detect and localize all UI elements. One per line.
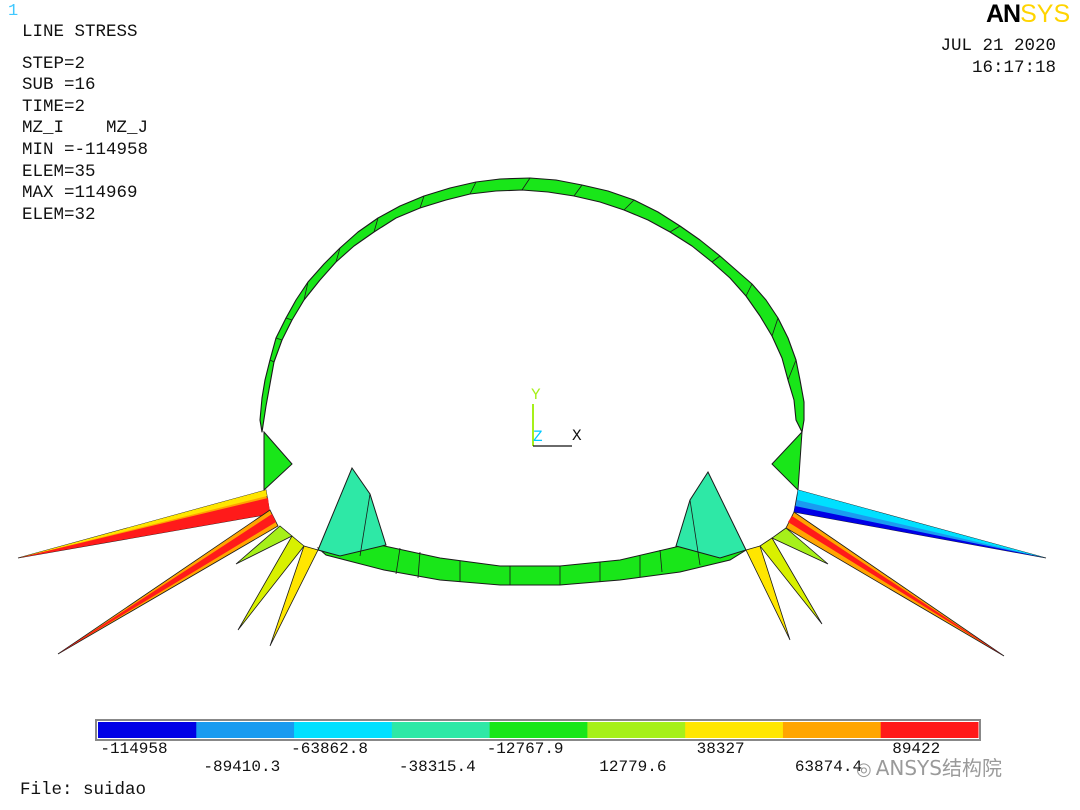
legend-swatch <box>293 722 392 738</box>
wechat-icon: ◎ <box>856 759 872 780</box>
legend-label-top: 38327 <box>696 740 745 758</box>
z-axis-label: Z <box>533 428 543 446</box>
watermark-text: ANSYS结构院 <box>875 756 1002 780</box>
legend-swatch <box>880 722 979 738</box>
legend-label-bottom: -89410.3 <box>203 758 281 776</box>
stress-diagram: Y Z X <box>17 177 1047 741</box>
invert-moment-diagram <box>316 544 748 586</box>
legend-swatch <box>98 722 197 738</box>
x-axis-label: X <box>572 427 582 445</box>
legend-swatch <box>195 722 295 738</box>
right-bolt-mid-core <box>788 516 1004 656</box>
legend-swatch <box>782 722 881 738</box>
y-axis-label: Y <box>531 386 541 404</box>
legend-label-top: -12767.9 <box>486 740 564 758</box>
legend-label-top: -114958 <box>100 740 168 758</box>
invert-left-peak <box>317 466 387 557</box>
arch-element-lines <box>269 177 797 381</box>
right-bolt-mid <box>785 511 1005 657</box>
legend-swatch <box>586 722 686 738</box>
legend-label-bottom: -38315.4 <box>398 758 476 776</box>
legend-label-bottom: 12779.6 <box>599 758 667 776</box>
left-bolt-mid-core <box>58 514 276 654</box>
invert-right-peak <box>675 470 747 559</box>
contour-legend-bar <box>95 719 981 741</box>
legend-swatch <box>684 722 783 738</box>
legend-swatch <box>489 722 588 738</box>
watermark: ◎ ANSYS结构院 <box>856 752 1002 781</box>
axis-triad: Y Z X <box>531 386 582 447</box>
legend-swatch <box>391 722 490 738</box>
file-label: File: suidao <box>20 780 147 800</box>
left-springline-moment <box>263 430 293 492</box>
right-springline-moment <box>771 430 803 492</box>
legend-label-top: -63862.8 <box>291 740 368 758</box>
legend-label-bottom: 63874.4 <box>794 758 863 776</box>
